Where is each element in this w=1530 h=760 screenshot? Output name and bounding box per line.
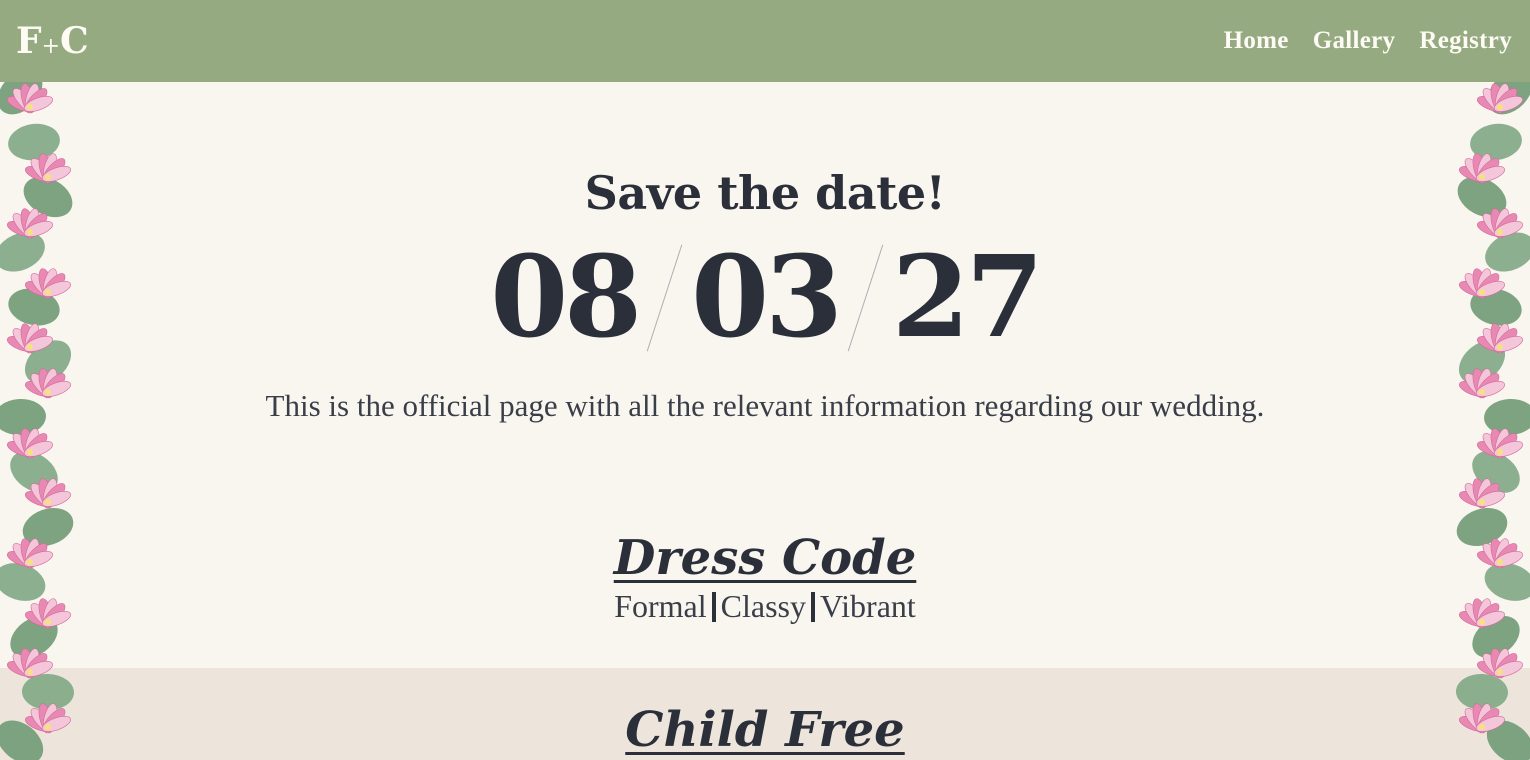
logo-initial-f: F (16, 20, 42, 62)
dress-code-separator (711, 591, 716, 622)
lotus-floral-right-image (1456, 82, 1530, 760)
dress-code-separator (810, 591, 815, 622)
date-separator (847, 244, 884, 352)
main-content: Save the date! 08 03 27 This is the offi… (0, 82, 1530, 760)
floral-border-left (0, 82, 92, 760)
date-month: 08 (490, 232, 642, 363)
date-separator (646, 244, 683, 352)
nav-link-registry[interactable]: Registry (1419, 27, 1512, 55)
dress-code-item: Vibrant (819, 588, 916, 624)
intro-text: This is the official page with all the r… (265, 388, 1265, 423)
nav-links: Home Gallery Registry (1224, 27, 1512, 55)
child-free-heading: Child Free (625, 702, 905, 758)
logo-initial-c: C (60, 20, 89, 62)
logo-plus: + (41, 34, 60, 59)
wedding-date: 08 03 27 (0, 242, 1530, 354)
top-navbar: F + C Home Gallery Registry (0, 0, 1530, 82)
date-year: 27 (891, 232, 1044, 363)
dress-code-heading: Dress Code (613, 530, 917, 586)
save-the-date-heading: Save the date! (584, 166, 946, 220)
date-day: 03 (691, 232, 843, 363)
dress-code-item: Classy (720, 588, 806, 624)
site-logo[interactable]: F + C (16, 20, 89, 62)
dress-code-items: Formal Classy Vibrant (0, 588, 1530, 625)
dress-code-item: Formal (614, 588, 707, 624)
nav-link-gallery[interactable]: Gallery (1313, 27, 1396, 55)
floral-border-right (1438, 82, 1530, 760)
lotus-floral-left-image (0, 82, 74, 760)
nav-link-home[interactable]: Home (1224, 27, 1289, 55)
